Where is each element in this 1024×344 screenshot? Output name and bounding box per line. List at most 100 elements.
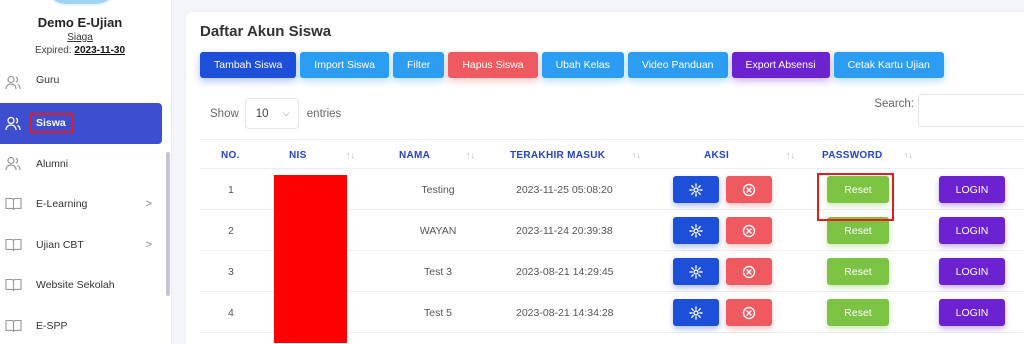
column-header-no[interactable]: NO.	[221, 140, 240, 170]
delete-button[interactable]	[726, 299, 772, 326]
users-icon	[4, 74, 22, 90]
sidebar-item-label: E-Learning	[36, 198, 88, 211]
student-name: Testing	[421, 183, 455, 196]
nis-redaction	[274, 175, 347, 343]
import-siswa-button[interactable]: Import Siswa	[300, 52, 389, 78]
sidebar-item-label: Siswa	[30, 113, 74, 134]
last-login: 2023-11-25 05:08:20	[516, 183, 613, 196]
cetak-kartu-ujian-button[interactable]: Cetak Kartu Ujian	[833, 52, 944, 78]
sort-icon[interactable]: ↑↓	[632, 140, 641, 170]
sidebar-item-e-spp[interactable]: E-SPP	[0, 306, 162, 344]
reset-password-button[interactable]: Reset	[827, 299, 889, 326]
expired-label: Expired:	[34, 45, 72, 56]
page-length-value: 10	[255, 107, 269, 120]
gear-icon	[689, 223, 703, 238]
column-header-nama[interactable]: NAMA	[399, 140, 430, 170]
sidebar-item-label: E-SPP	[36, 319, 68, 332]
sidebar-item-alumni[interactable]: Alumni	[0, 144, 162, 185]
sort-icon[interactable]: ↑↓	[904, 140, 913, 170]
search-control: Search:	[874, 98, 914, 110]
student-name: Test 5	[423, 306, 452, 319]
gear-icon	[689, 264, 703, 279]
hapus-siswa-button[interactable]: Hapus Siswa	[448, 52, 538, 78]
student-name: WAYAN	[419, 224, 457, 237]
tambah-siswa-button[interactable]: Tambah Siswa	[200, 52, 297, 78]
delete-button[interactable]	[726, 217, 772, 244]
sort-icon[interactable]: ↑↓	[786, 140, 795, 170]
show-label: Show	[210, 107, 239, 120]
row-number: 4	[228, 306, 234, 319]
gear-icon	[689, 305, 703, 320]
close-circle-icon	[742, 183, 756, 196]
chevron-down-icon: ⌵	[282, 108, 290, 119]
table-header: NO. NIS ↑↓ NAMA ↑↓ TERAKHIR MASUK ↑↓ AKS…	[200, 139, 1024, 169]
sidebar-scrollbar[interactable]	[166, 152, 170, 296]
settings-button[interactable]	[673, 258, 719, 285]
expiry-info: Expired: 2023-11-30	[0, 45, 160, 56]
settings-button[interactable]	[673, 176, 719, 203]
ubah-kelas-button[interactable]: Ubah Kelas	[541, 52, 624, 78]
last-login: 2023-08-21 14:34:28	[516, 306, 614, 319]
column-header-aksi[interactable]: AKSI	[704, 140, 729, 170]
page-title: Daftar Akun Siswa	[200, 23, 332, 40]
entries-label: entries	[306, 107, 342, 120]
settings-button[interactable]	[673, 299, 719, 326]
sidebar-item-website-sekolah[interactable]: Website Sekolah	[0, 265, 162, 306]
book-icon	[4, 318, 22, 334]
search-label: Search:	[874, 98, 914, 110]
sort-icon[interactable]: ↑↓	[346, 140, 355, 170]
gear-icon	[689, 182, 703, 197]
close-circle-icon	[742, 224, 756, 237]
student-name: Test 3	[423, 265, 452, 278]
sidebar-item-label: Website Sekolah	[36, 279, 115, 292]
sort-icon[interactable]: ↑↓	[466, 140, 475, 170]
users-icon	[4, 156, 22, 172]
chevron-right-icon: >	[145, 198, 152, 211]
sidebar-item-e-learning[interactable]: E-Learning >	[0, 184, 162, 225]
login-as-button[interactable]: LOGIN	[939, 258, 1005, 285]
column-header-password[interactable]: PASSWORD	[822, 140, 883, 170]
sidebar-item-label: Ujian CBT	[36, 238, 84, 251]
page-length-select[interactable]: 10 ⌵	[244, 98, 299, 129]
student-accounts-card: Daftar Akun Siswa Tambah Siswa Import Si…	[186, 12, 1024, 344]
row-number: 3	[228, 265, 234, 278]
delete-button[interactable]	[726, 176, 772, 203]
row-number: 1	[228, 183, 234, 196]
sidebar-item-siswa[interactable]: Siswa	[0, 103, 162, 144]
row-number: 2	[228, 224, 234, 237]
login-as-button[interactable]: LOGIN	[939, 217, 1005, 244]
settings-button[interactable]	[673, 217, 719, 244]
search-input[interactable]	[918, 94, 1024, 127]
reset-password-button[interactable]: Reset	[827, 217, 889, 244]
filter-button[interactable]: Filter	[392, 52, 445, 78]
sidebar-item-label: Alumni	[36, 157, 69, 170]
column-header-nis[interactable]: NIS	[289, 140, 307, 170]
sidebar-item-guru[interactable]: Guru	[0, 64, 162, 102]
reset-password-button[interactable]: Reset	[827, 258, 889, 285]
school-name: Demo E-Ujian	[37, 15, 123, 30]
chevron-right-icon: >	[145, 238, 152, 251]
sidebar: Demo E-Ujian Siaga Expired: 2023-11-30 G…	[0, 0, 172, 344]
delete-button[interactable]	[726, 258, 772, 285]
export-absensi-button[interactable]: Export Absensi	[731, 52, 830, 78]
toolbar: Tambah Siswa Import Siswa Filter Hapus S…	[200, 52, 944, 78]
book-icon	[4, 277, 22, 293]
login-as-button[interactable]: LOGIN	[939, 176, 1005, 203]
close-circle-icon	[742, 265, 756, 278]
page-length-control: Show 10 ⌵ entries	[210, 98, 341, 129]
last-login: 2023-11-24 20:39:38	[516, 224, 613, 237]
login-as-button[interactable]: LOGIN	[939, 299, 1005, 326]
expired-date: 2023-11-30	[74, 45, 126, 56]
plan-link[interactable]: Siaga	[0, 32, 160, 43]
book-icon	[4, 237, 22, 253]
sidebar-menu: Guru Siswa Alumni E-Learning > Ujian CBT…	[0, 64, 162, 344]
column-header-terakhir-masuk[interactable]: TERAKHIR MASUK	[510, 140, 605, 170]
reset-highlight-box	[817, 173, 894, 221]
close-circle-icon	[742, 306, 756, 319]
book-icon	[4, 196, 22, 212]
sidebar-item-ujian-cbt[interactable]: Ujian CBT >	[0, 225, 162, 266]
sidebar-item-label: Guru	[36, 74, 60, 86]
avatar	[44, 0, 118, 6]
video-panduan-button[interactable]: Video Panduan	[627, 52, 728, 78]
users-icon	[4, 115, 22, 131]
